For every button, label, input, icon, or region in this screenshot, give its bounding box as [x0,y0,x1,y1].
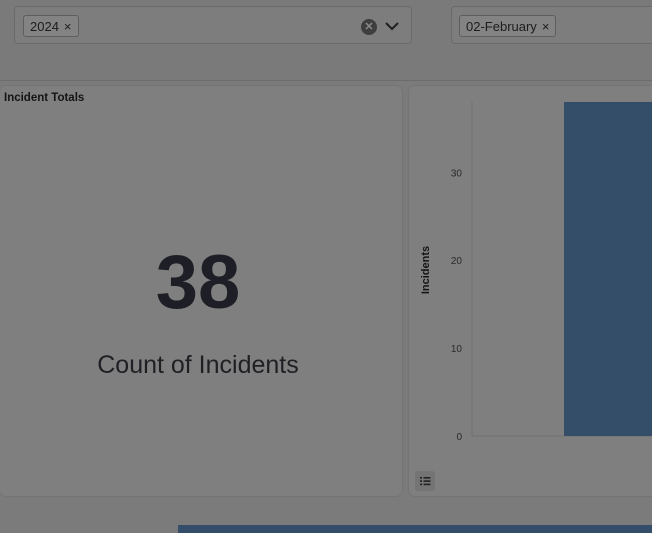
month-tag[interactable]: 02-February × [459,15,557,37]
incident-totals-card: Incident Totals 38 Count of Incidents [0,86,402,496]
y-tick-label: 0 [456,432,462,443]
incident-count-value: 38 [155,240,241,325]
card-title: Incident Totals [4,92,85,104]
y-tick-label: 20 [451,256,463,267]
remove-year-icon[interactable]: × [64,19,72,34]
bar[interactable] [564,102,652,436]
month-tag-label: 02-February [466,19,537,34]
filter-bar: 2024 × ✕ 02-February × [0,0,652,81]
year-tag-label: 2024 [30,19,59,34]
y-tick-label: 10 [451,344,463,355]
incident-count-label: Count of Incidents [97,351,299,379]
chevron-down-icon[interactable] [383,17,401,35]
clear-icon[interactable]: ✕ [361,19,377,35]
y-tick-label: 30 [451,168,463,179]
incidents-bar-chart: 0 10 20 30 Incidents [420,102,652,443]
year-tag[interactable]: 2024 × [23,15,79,37]
bottom-chart-bar [178,525,652,533]
y-axis-label: Incidents [420,246,432,294]
year-select[interactable]: 2024 × ✕ [14,6,412,44]
list-icon[interactable] [415,471,435,491]
incidents-chart-card: 0 10 20 30 Incidents [409,86,652,496]
month-select[interactable]: 02-February × [451,6,652,44]
remove-month-icon[interactable]: × [542,19,550,34]
